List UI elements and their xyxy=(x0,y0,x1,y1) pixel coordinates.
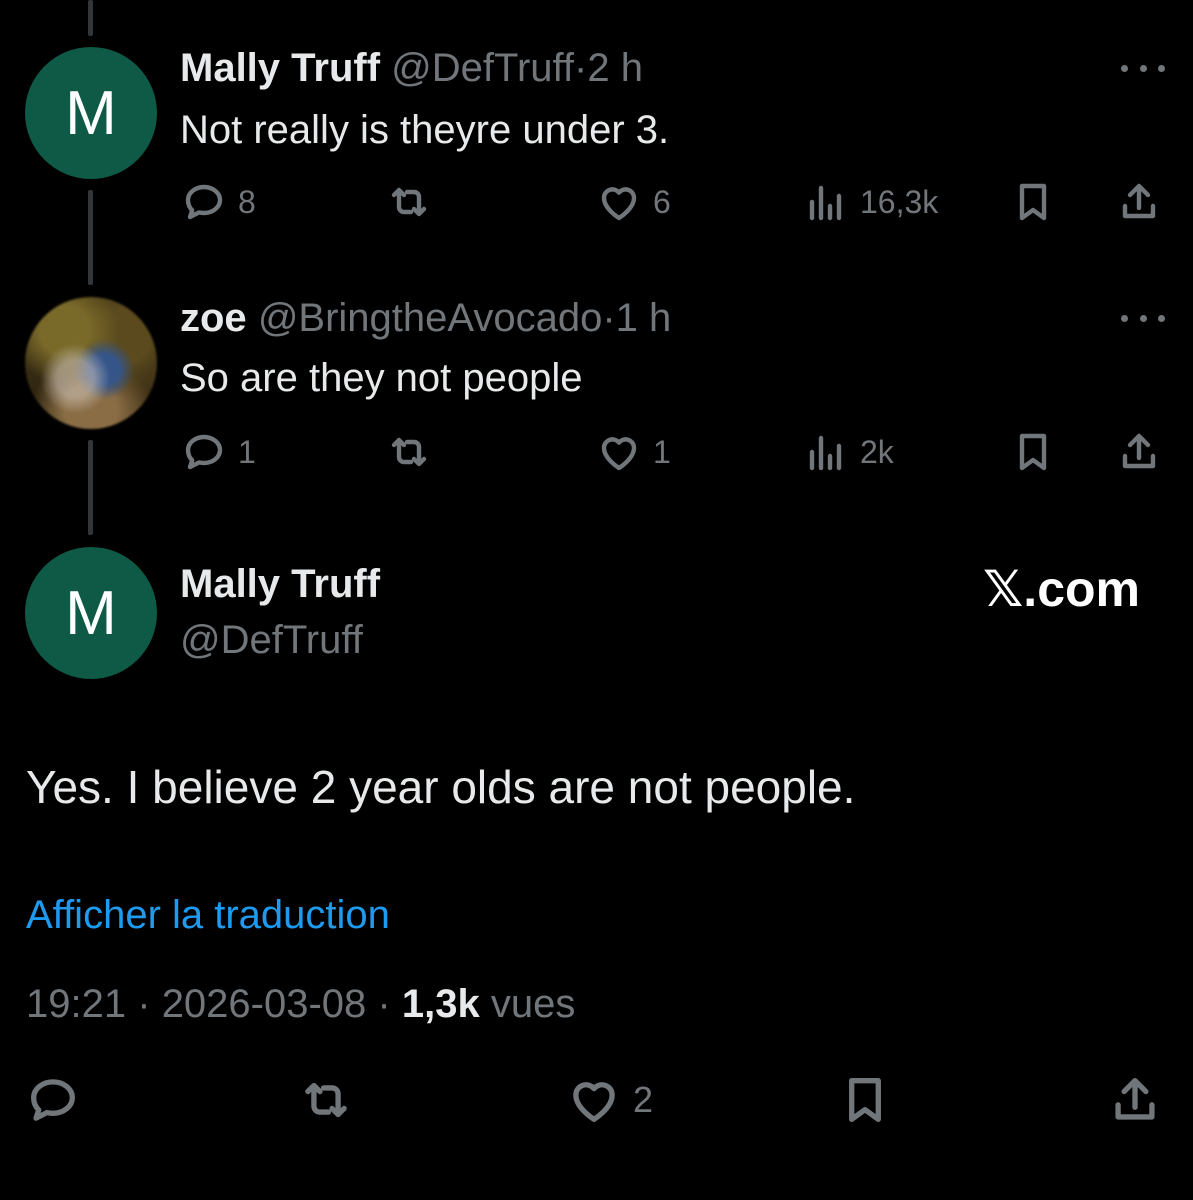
bookmark-button[interactable] xyxy=(1009,428,1057,476)
bookmark-button[interactable] xyxy=(836,1071,894,1129)
views-count: 2k xyxy=(860,433,894,470)
views-icon xyxy=(809,435,842,471)
author-name[interactable]: zoe xyxy=(180,296,247,340)
share-icon xyxy=(1122,183,1156,219)
heart-icon xyxy=(573,1082,615,1122)
reply-count: 1 xyxy=(238,433,256,470)
avatar[interactable]: M xyxy=(25,47,157,179)
thread-line xyxy=(88,440,93,535)
views-button[interactable]: 2k xyxy=(802,428,894,476)
bookmark-button[interactable] xyxy=(1009,178,1057,226)
tweet-text: Not really is theyre under 3. xyxy=(180,108,670,152)
tweet-time[interactable]: 1 h xyxy=(616,296,672,340)
heart-icon xyxy=(601,187,637,221)
reply-button[interactable]: 1 xyxy=(180,428,256,476)
like-button[interactable]: 1 xyxy=(595,428,671,476)
avatar[interactable]: M xyxy=(25,547,157,679)
share-button[interactable] xyxy=(1115,178,1163,226)
tweet-date[interactable]: 2026-03-08 xyxy=(162,982,367,1026)
thread-line xyxy=(88,0,93,36)
views-count: 16,3k xyxy=(860,183,939,220)
tweet-header: Mally Truff @DefTruff·2 h xyxy=(180,46,643,91)
retweet-button[interactable] xyxy=(385,428,433,476)
bookmark-icon xyxy=(1019,183,1047,221)
retweet-button[interactable] xyxy=(385,178,433,226)
tweet-header: zoe @BringtheAvocado·1 h xyxy=(180,296,671,341)
tweet-text: So are they not people xyxy=(180,356,583,400)
author-handle[interactable]: @BringtheAvocado xyxy=(258,296,603,340)
x-watermark: 𝕏.com xyxy=(983,561,1140,617)
like-count: 2 xyxy=(633,1079,654,1120)
separator: · xyxy=(137,982,151,1026)
reply-button[interactable] xyxy=(24,1071,82,1129)
views-button[interactable]: 16,3k xyxy=(802,178,938,226)
separator: · xyxy=(602,296,616,340)
views-count: 1,3k xyxy=(401,982,480,1026)
separator: · xyxy=(377,982,391,1026)
bookmark-icon xyxy=(849,1078,881,1122)
more-options-icon[interactable] xyxy=(1121,58,1165,78)
reply-button[interactable]: 8 xyxy=(180,178,256,226)
avatar[interactable] xyxy=(25,297,157,429)
author-name[interactable]: Mally Truff xyxy=(180,562,380,607)
timestamp-line: 19:21 · 2026-03-08 · 1,3k vues xyxy=(26,982,575,1027)
retweet-button[interactable] xyxy=(297,1071,355,1129)
reply-count: 8 xyxy=(238,183,256,220)
views-label: vues xyxy=(490,982,576,1026)
like-count: 6 xyxy=(653,183,671,220)
author-name[interactable]: Mally Truff xyxy=(180,46,380,90)
translate-link[interactable]: Afficher la traduction xyxy=(26,893,390,938)
reply-icon xyxy=(31,1079,75,1121)
thread-line xyxy=(88,190,93,285)
reply-icon xyxy=(185,184,223,220)
tweet-time[interactable]: 19:21 xyxy=(26,982,126,1026)
views-icon xyxy=(809,185,842,221)
tweet-text: Yes. I believe 2 year olds are not peopl… xyxy=(26,761,856,813)
heart-icon xyxy=(601,437,637,471)
author-handle[interactable]: @DefTruff xyxy=(391,46,574,90)
more-options-icon[interactable] xyxy=(1121,308,1165,328)
retweet-icon xyxy=(391,437,427,467)
like-button[interactable]: 6 xyxy=(595,178,671,226)
author-handle[interactable]: @DefTruff xyxy=(180,618,363,663)
tweet-time[interactable]: 2 h xyxy=(587,46,643,90)
retweet-icon xyxy=(305,1082,347,1118)
reply-icon xyxy=(185,434,223,470)
share-button[interactable] xyxy=(1106,1071,1164,1129)
share-button[interactable] xyxy=(1115,428,1163,476)
bookmark-icon xyxy=(1019,433,1047,471)
share-icon xyxy=(1122,433,1156,469)
retweet-icon xyxy=(391,187,427,217)
like-button[interactable]: 2 xyxy=(565,1071,653,1129)
like-count: 1 xyxy=(653,433,671,470)
separator: · xyxy=(574,46,588,90)
share-icon xyxy=(1115,1078,1155,1120)
